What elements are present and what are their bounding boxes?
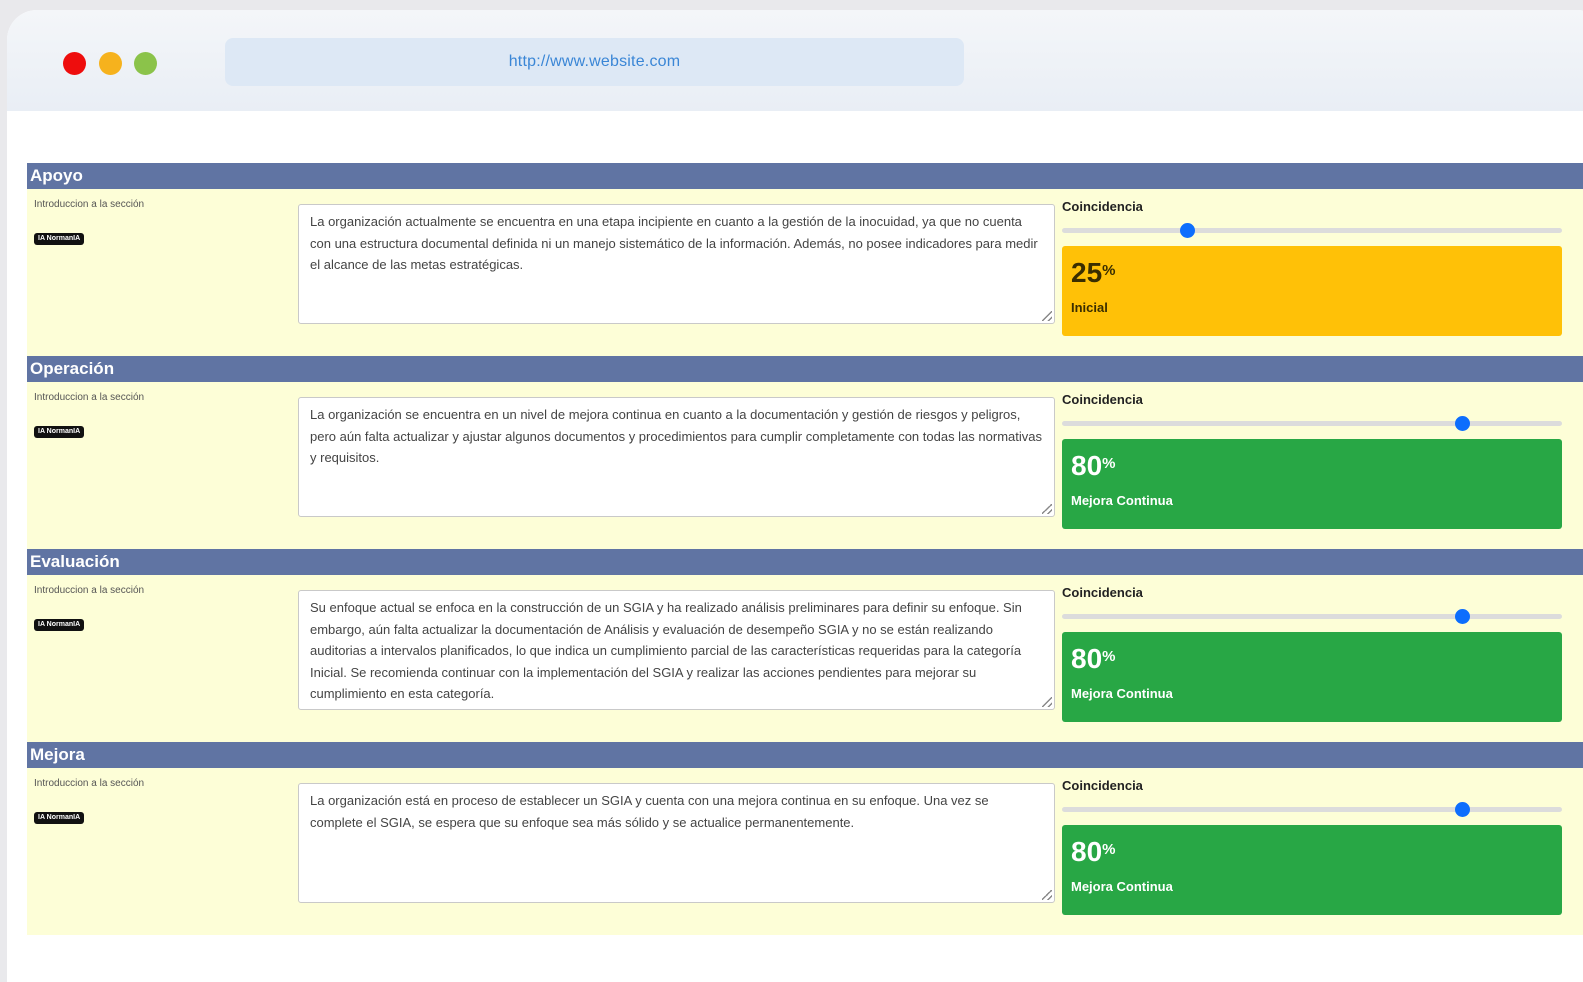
section-intro-text: Su enfoque actual se enfoca en la constr… xyxy=(310,600,1022,701)
resize-grip-icon[interactable] xyxy=(1042,890,1052,900)
score-level: Mejora Continua xyxy=(1071,879,1173,894)
address-bar[interactable]: http://www.website.com xyxy=(225,38,964,86)
section-intro-label: Introduccion a la sección xyxy=(34,585,145,596)
percent-symbol: % xyxy=(1102,455,1116,472)
resize-grip-icon[interactable] xyxy=(1042,697,1052,707)
sections-container: Apoyo Introduccion a la sección IA Norma… xyxy=(27,163,1583,935)
section-intro-text: La organización está en proceso de estab… xyxy=(310,793,989,830)
section-intro-text: La organización se encuentra en un nivel… xyxy=(310,407,1042,465)
slider-thumb[interactable] xyxy=(1455,609,1470,624)
coincidence-label: Coincidencia xyxy=(1062,392,1143,407)
section-body: Introduccion a la sección IA NormanIA Su… xyxy=(27,575,1583,742)
score-level: Inicial xyxy=(1071,300,1108,315)
slider-track xyxy=(1062,807,1562,812)
section-intro-label: Introduccion a la sección xyxy=(34,199,145,210)
ia-badge: IA NormanIA xyxy=(34,233,85,245)
section-intro-textarea[interactable]: Su enfoque actual se enfoca en la constr… xyxy=(298,590,1055,710)
section-header: Evaluación xyxy=(27,549,1583,575)
section-apoyo: Apoyo Introduccion a la sección IA Norma… xyxy=(27,163,1583,356)
section-intro-label: Introduccion a la sección xyxy=(34,778,145,789)
score-level: Mejora Continua xyxy=(1071,686,1173,701)
percent-symbol: % xyxy=(1102,841,1116,858)
score-percent: 80% xyxy=(1071,450,1116,481)
section-header: Mejora xyxy=(27,742,1583,768)
coincidence-label: Coincidencia xyxy=(1062,585,1143,600)
section-intro-textarea[interactable]: La organización se encuentra en un nivel… xyxy=(298,397,1055,517)
resize-grip-icon[interactable] xyxy=(1042,504,1052,514)
coincidence-slider[interactable] xyxy=(1062,802,1562,817)
score-percent: 80% xyxy=(1071,643,1116,674)
browser-titlebar: http://www.website.com xyxy=(7,10,1583,111)
section-body: Introduccion a la sección IA NormanIA La… xyxy=(27,768,1583,935)
section-intro-text: La organización actualmente se encuentra… xyxy=(310,214,1038,272)
score-level: Mejora Continua xyxy=(1071,493,1173,508)
percent-symbol: % xyxy=(1102,648,1116,665)
section-operacion: Operación Introduccion a la sección IA N… xyxy=(27,356,1583,549)
section-intro-textarea[interactable]: La organización está en proceso de estab… xyxy=(298,783,1055,903)
score-card: 80% Mejora Continua xyxy=(1062,632,1562,722)
slider-thumb[interactable] xyxy=(1455,802,1470,817)
section-evaluacion: Evaluación Introduccion a la sección IA … xyxy=(27,549,1583,742)
section-intro-textarea[interactable]: La organización actualmente se encuentra… xyxy=(298,204,1055,324)
minimize-window-dot[interactable] xyxy=(99,52,122,75)
section-intro-label: Introduccion a la sección xyxy=(34,392,145,403)
score-card: 25% Inicial xyxy=(1062,246,1562,336)
ia-badge: IA NormanIA xyxy=(34,619,85,631)
ia-badge: IA NormanIA xyxy=(34,812,85,824)
score-percent: 80% xyxy=(1071,836,1116,867)
score-card: 80% Mejora Continua xyxy=(1062,825,1562,915)
section-body: Introduccion a la sección IA NormanIA La… xyxy=(27,189,1583,356)
slider-thumb[interactable] xyxy=(1455,416,1470,431)
coincidence-slider[interactable] xyxy=(1062,416,1562,431)
coincidence-label: Coincidencia xyxy=(1062,199,1143,214)
section-body: Introduccion a la sección IA NormanIA La… xyxy=(27,382,1583,549)
close-window-dot[interactable] xyxy=(63,52,86,75)
coincidence-slider[interactable] xyxy=(1062,223,1562,238)
slider-thumb[interactable] xyxy=(1180,223,1195,238)
coincidence-label: Coincidencia xyxy=(1062,778,1143,793)
section-header: Operación xyxy=(27,356,1583,382)
score-card: 80% Mejora Continua xyxy=(1062,439,1562,529)
slider-track xyxy=(1062,421,1562,426)
section-mejora: Mejora Introduccion a la sección IA Norm… xyxy=(27,742,1583,935)
resize-grip-icon[interactable] xyxy=(1042,311,1052,321)
slider-track xyxy=(1062,228,1562,233)
section-header: Apoyo xyxy=(27,163,1583,189)
browser-window: http://www.website.com Apoyo Introduccio… xyxy=(7,10,1583,982)
slider-track xyxy=(1062,614,1562,619)
maximize-window-dot[interactable] xyxy=(134,52,157,75)
ia-badge: IA NormanIA xyxy=(34,426,85,438)
coincidence-slider[interactable] xyxy=(1062,609,1562,624)
score-percent: 25% xyxy=(1071,257,1116,288)
percent-symbol: % xyxy=(1102,262,1116,279)
